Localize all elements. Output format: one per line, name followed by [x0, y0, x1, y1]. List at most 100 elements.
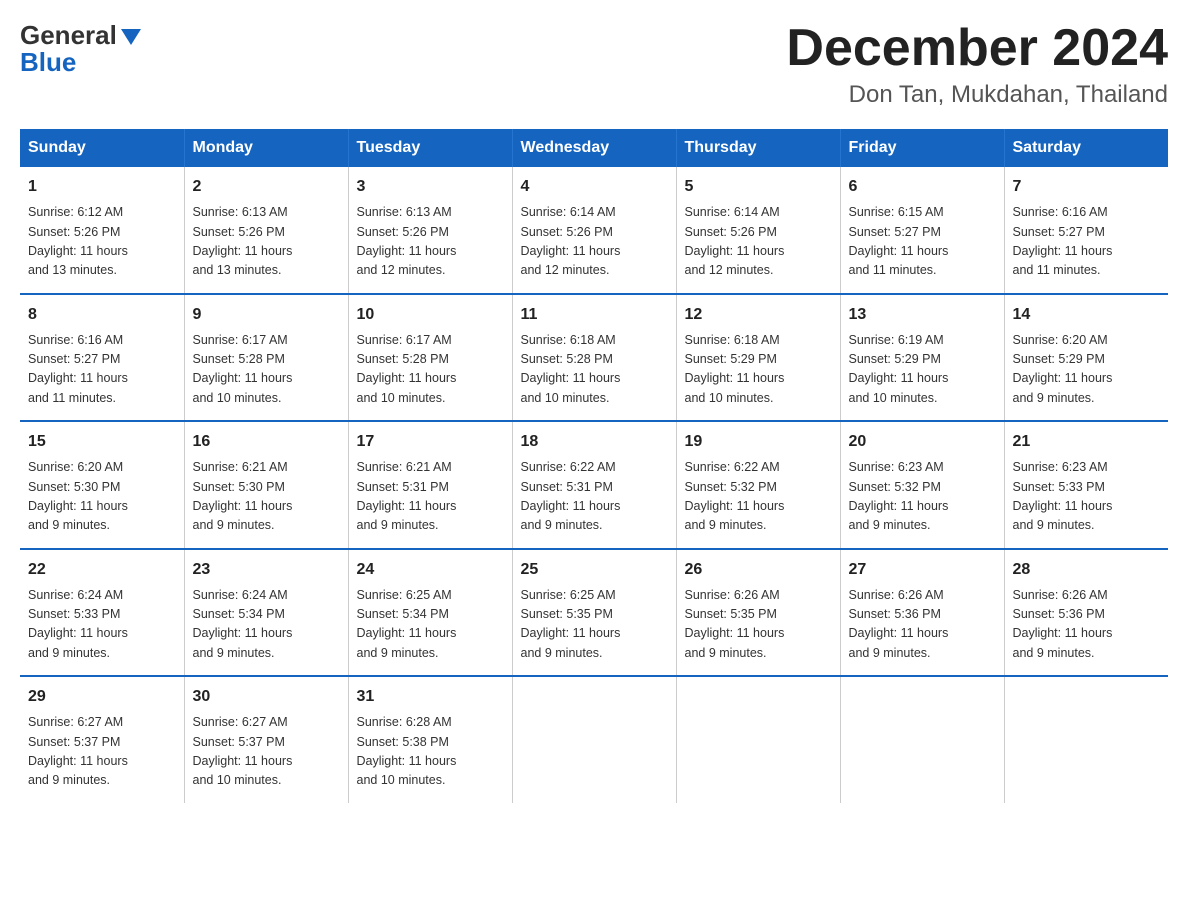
- day-info: Sunrise: 6:13 AMSunset: 5:26 PMDaylight:…: [357, 203, 504, 281]
- day-info: Sunrise: 6:18 AMSunset: 5:28 PMDaylight:…: [521, 331, 668, 409]
- day-number: 8: [28, 303, 176, 327]
- calendar-cell: 1Sunrise: 6:12 AMSunset: 5:26 PMDaylight…: [20, 167, 184, 294]
- calendar-cell: 25 Sunrise: 6:25 AMSunset: 5:35 PMDayligh…: [512, 549, 676, 677]
- calendar-week-4: 22 Sunrise: 6:24 AMSunset: 5:33 PMDayligh…: [20, 549, 1168, 677]
- calendar-cell: 24 Sunrise: 6:25 AMSunset: 5:34 PMDayligh…: [348, 549, 512, 677]
- day-info: Sunrise: 6:18 AMSunset: 5:29 PMDaylight:…: [685, 331, 832, 409]
- page-header: General Blue December 2024 Don Tan, Mukd…: [20, 20, 1168, 109]
- day-number: 17: [357, 430, 504, 454]
- day-info: Sunrise: 6:16 AMSunset: 5:27 PMDaylight:…: [28, 331, 176, 409]
- day-number: 4: [521, 175, 668, 199]
- day-info: Sunrise: 6:22 AMSunset: 5:31 PMDaylight:…: [521, 458, 668, 536]
- calendar-cell: 16 Sunrise: 6:21 AMSunset: 5:30 PMDayligh…: [184, 421, 348, 549]
- day-number: 3: [357, 175, 504, 199]
- calendar-table: SundayMondayTuesdayWednesdayThursdayFrid…: [20, 129, 1168, 803]
- header-monday: Monday: [184, 129, 348, 167]
- header-wednesday: Wednesday: [512, 129, 676, 167]
- calendar-cell: 20 Sunrise: 6:23 AMSunset: 5:32 PMDayligh…: [840, 421, 1004, 549]
- day-number: 22: [28, 558, 176, 582]
- calendar-cell: [840, 676, 1004, 803]
- header-sunday: Sunday: [20, 129, 184, 167]
- day-info: Sunrise: 6:17 AMSunset: 5:28 PMDaylight:…: [357, 331, 504, 409]
- day-number: 24: [357, 558, 504, 582]
- calendar-cell: 23 Sunrise: 6:24 AMSunset: 5:34 PMDayligh…: [184, 549, 348, 677]
- calendar-cell: 8 Sunrise: 6:16 AMSunset: 5:27 PMDaylight…: [20, 294, 184, 422]
- day-info: Sunrise: 6:15 AMSunset: 5:27 PMDaylight:…: [849, 203, 996, 281]
- day-number: 20: [849, 430, 996, 454]
- day-info: Sunrise: 6:14 AMSunset: 5:26 PMDaylight:…: [521, 203, 668, 281]
- logo: General Blue: [20, 20, 141, 78]
- day-info: Sunrise: 6:26 AMSunset: 5:35 PMDaylight:…: [685, 586, 832, 664]
- day-number: 13: [849, 303, 996, 327]
- title-block: December 2024 Don Tan, Mukdahan, Thailan…: [786, 20, 1168, 109]
- day-info: Sunrise: 6:20 AMSunset: 5:29 PMDaylight:…: [1013, 331, 1161, 409]
- day-info: Sunrise: 6:21 AMSunset: 5:31 PMDaylight:…: [357, 458, 504, 536]
- calendar-cell: 15Sunrise: 6:20 AMSunset: 5:30 PMDayligh…: [20, 421, 184, 549]
- day-number: 1: [28, 175, 176, 199]
- calendar-cell: 31 Sunrise: 6:28 AMSunset: 5:38 PMDayligh…: [348, 676, 512, 803]
- day-info: Sunrise: 6:27 AMSunset: 5:37 PMDaylight:…: [28, 713, 176, 791]
- day-info: Sunrise: 6:22 AMSunset: 5:32 PMDaylight:…: [685, 458, 832, 536]
- day-number: 23: [193, 558, 340, 582]
- calendar-cell: 14 Sunrise: 6:20 AMSunset: 5:29 PMDayligh…: [1004, 294, 1168, 422]
- day-number: 15: [28, 430, 176, 454]
- day-number: 12: [685, 303, 832, 327]
- day-number: 14: [1013, 303, 1161, 327]
- calendar-cell: [512, 676, 676, 803]
- calendar-cell: 21 Sunrise: 6:23 AMSunset: 5:33 PMDayligh…: [1004, 421, 1168, 549]
- day-info: Sunrise: 6:27 AMSunset: 5:37 PMDaylight:…: [193, 713, 340, 791]
- day-info: Sunrise: 6:21 AMSunset: 5:30 PMDaylight:…: [193, 458, 340, 536]
- calendar-cell: 9Sunrise: 6:17 AMSunset: 5:28 PMDaylight…: [184, 294, 348, 422]
- day-info: Sunrise: 6:23 AMSunset: 5:32 PMDaylight:…: [849, 458, 996, 536]
- calendar-week-2: 8 Sunrise: 6:16 AMSunset: 5:27 PMDaylight…: [20, 294, 1168, 422]
- calendar-cell: 13 Sunrise: 6:19 AMSunset: 5:29 PMDayligh…: [840, 294, 1004, 422]
- day-info: Sunrise: 6:25 AMSunset: 5:35 PMDaylight:…: [521, 586, 668, 664]
- day-number: 29: [28, 685, 176, 709]
- day-info: Sunrise: 6:13 AMSunset: 5:26 PMDaylight:…: [193, 203, 340, 281]
- page-subtitle: Don Tan, Mukdahan, Thailand: [786, 81, 1168, 109]
- day-info: Sunrise: 6:28 AMSunset: 5:38 PMDaylight:…: [357, 713, 504, 791]
- day-number: 28: [1013, 558, 1161, 582]
- day-number: 31: [357, 685, 504, 709]
- page-title: December 2024: [786, 20, 1168, 77]
- calendar-cell: 17 Sunrise: 6:21 AMSunset: 5:31 PMDayligh…: [348, 421, 512, 549]
- calendar-cell: 10 Sunrise: 6:17 AMSunset: 5:28 PMDayligh…: [348, 294, 512, 422]
- header-friday: Friday: [840, 129, 1004, 167]
- calendar-cell: 18Sunrise: 6:22 AMSunset: 5:31 PMDayligh…: [512, 421, 676, 549]
- logo-triangle-icon: [121, 29, 141, 45]
- calendar-cell: 2Sunrise: 6:13 AMSunset: 5:26 PMDaylight…: [184, 167, 348, 294]
- day-info: Sunrise: 6:24 AMSunset: 5:33 PMDaylight:…: [28, 586, 176, 664]
- calendar-week-3: 15Sunrise: 6:20 AMSunset: 5:30 PMDayligh…: [20, 421, 1168, 549]
- day-info: Sunrise: 6:23 AMSunset: 5:33 PMDaylight:…: [1013, 458, 1161, 536]
- calendar-cell: 12 Sunrise: 6:18 AMSunset: 5:29 PMDayligh…: [676, 294, 840, 422]
- day-info: Sunrise: 6:26 AMSunset: 5:36 PMDaylight:…: [849, 586, 996, 664]
- day-info: Sunrise: 6:14 AMSunset: 5:26 PMDaylight:…: [685, 203, 832, 281]
- calendar-cell: [1004, 676, 1168, 803]
- day-number: 27: [849, 558, 996, 582]
- calendar-cell: 11 Sunrise: 6:18 AMSunset: 5:28 PMDayligh…: [512, 294, 676, 422]
- day-number: 19: [685, 430, 832, 454]
- day-info: Sunrise: 6:25 AMSunset: 5:34 PMDaylight:…: [357, 586, 504, 664]
- day-number: 25: [521, 558, 668, 582]
- calendar-cell: 7Sunrise: 6:16 AMSunset: 5:27 PMDaylight…: [1004, 167, 1168, 294]
- day-info: Sunrise: 6:19 AMSunset: 5:29 PMDaylight:…: [849, 331, 996, 409]
- day-number: 21: [1013, 430, 1161, 454]
- calendar-cell: [676, 676, 840, 803]
- day-info: Sunrise: 6:24 AMSunset: 5:34 PMDaylight:…: [193, 586, 340, 664]
- calendar-cell: 28Sunrise: 6:26 AMSunset: 5:36 PMDayligh…: [1004, 549, 1168, 677]
- calendar-cell: 26Sunrise: 6:26 AMSunset: 5:35 PMDayligh…: [676, 549, 840, 677]
- day-number: 9: [193, 303, 340, 327]
- calendar-week-5: 29 Sunrise: 6:27 AMSunset: 5:37 PMDayligh…: [20, 676, 1168, 803]
- calendar-cell: 5 Sunrise: 6:14 AMSunset: 5:26 PMDaylight…: [676, 167, 840, 294]
- calendar-cell: 30Sunrise: 6:27 AMSunset: 5:37 PMDayligh…: [184, 676, 348, 803]
- day-number: 5: [685, 175, 832, 199]
- calendar-cell: 3 Sunrise: 6:13 AMSunset: 5:26 PMDaylight…: [348, 167, 512, 294]
- day-number: 11: [521, 303, 668, 327]
- calendar-header-row: SundayMondayTuesdayWednesdayThursdayFrid…: [20, 129, 1168, 167]
- day-number: 7: [1013, 175, 1161, 199]
- calendar-week-1: 1Sunrise: 6:12 AMSunset: 5:26 PMDaylight…: [20, 167, 1168, 294]
- day-number: 16: [193, 430, 340, 454]
- calendar-cell: 27 Sunrise: 6:26 AMSunset: 5:36 PMDayligh…: [840, 549, 1004, 677]
- header-tuesday: Tuesday: [348, 129, 512, 167]
- day-number: 10: [357, 303, 504, 327]
